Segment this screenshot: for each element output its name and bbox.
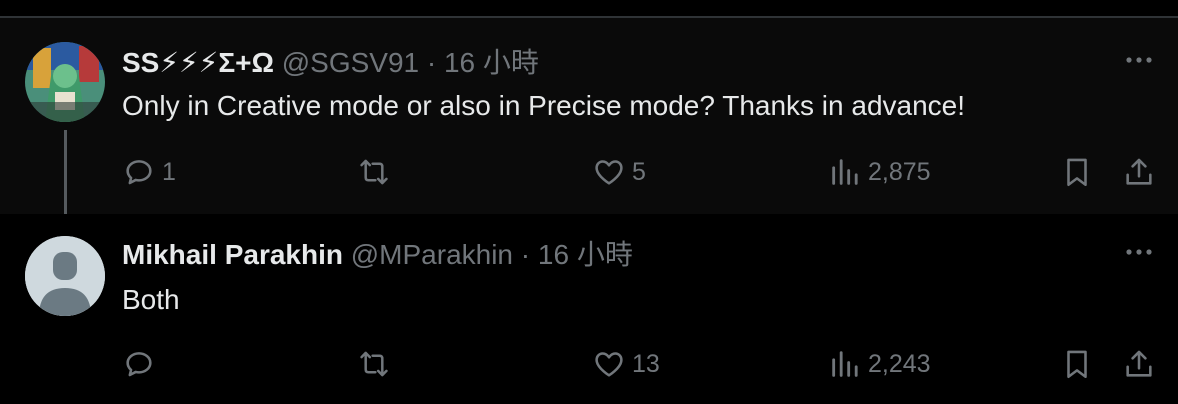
like-count: 5 bbox=[632, 157, 646, 186]
timestamp[interactable]: 16 小時 bbox=[444, 47, 539, 78]
user-handle[interactable]: @SGSV91 bbox=[282, 47, 419, 78]
like-button[interactable]: 5 bbox=[592, 154, 646, 190]
like-count: 13 bbox=[632, 349, 660, 378]
bookmark-button[interactable] bbox=[1060, 154, 1094, 190]
tweet[interactable]: SS⚡⚡⚡Σ+Ω @SGSV91 · 16 小時 Only in Creativ… bbox=[0, 18, 1178, 226]
reply-icon bbox=[122, 347, 156, 381]
avatar[interactable] bbox=[25, 236, 105, 316]
separator: · bbox=[520, 239, 531, 270]
tweet[interactable]: Mikhail Parakhin @MParakhin · 16 小時 Both… bbox=[0, 214, 1178, 404]
share-button[interactable] bbox=[1122, 154, 1156, 190]
reply-button[interactable] bbox=[122, 346, 162, 382]
avatar[interactable] bbox=[25, 42, 105, 122]
share-icon bbox=[1122, 347, 1156, 381]
retweet-icon bbox=[356, 347, 392, 381]
display-name[interactable]: SS⚡⚡⚡Σ+Ω bbox=[122, 47, 274, 78]
tweet-text: Only in Creative mode or also in Precise… bbox=[122, 90, 966, 121]
bookmark-icon bbox=[1060, 155, 1094, 189]
retweet-button[interactable] bbox=[356, 154, 398, 190]
reply-button[interactable]: 1 bbox=[122, 154, 176, 190]
reply-count: 1 bbox=[162, 157, 176, 186]
timestamp[interactable]: 16 小時 bbox=[538, 239, 633, 270]
tweet-header: SS⚡⚡⚡Σ+Ω @SGSV91 · 16 小時 bbox=[122, 46, 539, 80]
views-icon bbox=[828, 347, 862, 381]
thread-line bbox=[64, 130, 67, 226]
views-icon bbox=[828, 155, 862, 189]
view-count: 2,243 bbox=[868, 349, 931, 378]
share-icon bbox=[1122, 155, 1156, 189]
display-name[interactable]: Mikhail Parakhin bbox=[122, 239, 343, 270]
tweet-header: Mikhail Parakhin @MParakhin · 16 小時 bbox=[122, 238, 633, 272]
bookmark-button[interactable] bbox=[1060, 346, 1094, 382]
views-button[interactable]: 2,875 bbox=[828, 154, 931, 190]
retweet-button[interactable] bbox=[356, 346, 398, 382]
bookmark-icon bbox=[1060, 347, 1094, 381]
reply-icon bbox=[122, 155, 156, 189]
separator: · bbox=[426, 47, 437, 78]
more-icon[interactable] bbox=[1124, 48, 1154, 72]
share-button[interactable] bbox=[1122, 346, 1156, 382]
view-count: 2,875 bbox=[868, 157, 931, 186]
retweet-icon bbox=[356, 155, 392, 189]
user-handle[interactable]: @MParakhin bbox=[351, 239, 513, 270]
heart-icon bbox=[592, 155, 626, 189]
views-button[interactable]: 2,243 bbox=[828, 346, 931, 382]
more-icon[interactable] bbox=[1124, 240, 1154, 264]
heart-icon bbox=[592, 347, 626, 381]
like-button[interactable]: 13 bbox=[592, 346, 660, 382]
tweet-text: Both bbox=[122, 284, 180, 315]
